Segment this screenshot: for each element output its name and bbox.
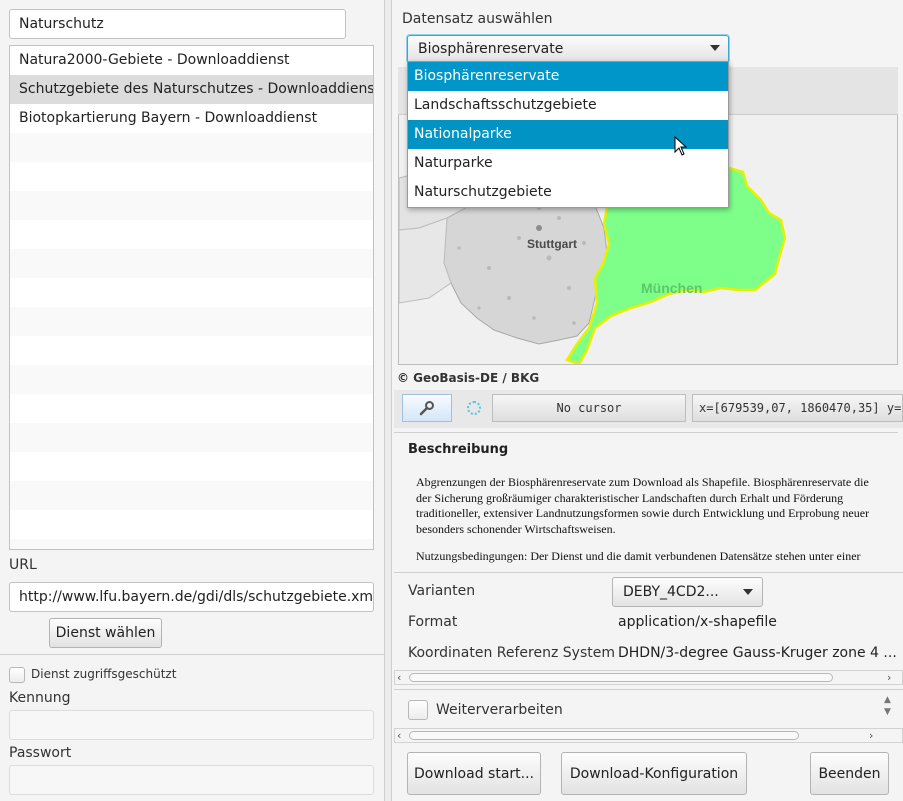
list-item-empty — [10, 481, 373, 510]
password-label: Passwort — [9, 745, 72, 761]
scroll-left-icon[interactable]: ‹ — [397, 729, 401, 742]
wrench-icon — [419, 401, 434, 416]
username-field[interactable] — [9, 710, 374, 740]
list-item-label: Schutzgebiete des Naturschutzes - Downlo… — [19, 81, 374, 97]
scrollbar-thumb[interactable] — [409, 673, 833, 682]
download-start-button[interactable]: Download start... — [407, 752, 541, 795]
list-item[interactable]: Schutzgebiete des Naturschutzes - Downlo… — [10, 75, 373, 104]
map-label-stuttgart: Stuttgart — [527, 237, 577, 251]
list-item-empty — [10, 191, 373, 220]
divider — [0, 654, 384, 655]
left-panel: Naturschutz Natura2000-Gebiete - Downloa… — [0, 0, 384, 801]
wrench-tool-button[interactable] — [402, 394, 452, 422]
processing-label: Weiterverarbeiten — [436, 702, 563, 718]
password-field[interactable] — [9, 765, 374, 795]
choose-service-button[interactable]: Dienst wählen — [49, 618, 162, 648]
choose-service-button-label: Dienst wählen — [55, 625, 156, 641]
download-config-button[interactable]: Download-Konfiguration — [561, 752, 747, 795]
list-item-label: Biotopkartierung Bayern - Downloaddienst — [19, 110, 318, 126]
scroll-right-icon[interactable]: › — [869, 729, 873, 742]
list-item-empty — [10, 307, 373, 336]
list-item[interactable]: Natura2000-Gebiete - Downloaddienst — [10, 46, 373, 75]
search-input[interactable]: Naturschutz — [9, 9, 346, 39]
description-body: Abgrenzungen der Biosphärenreservate zum… — [416, 475, 869, 565]
exit-button-label: Beenden — [818, 765, 881, 782]
dropdown-option-label: Nationalparke — [414, 126, 512, 142]
dropdown-option[interactable]: Naturschutzgebiete — [408, 178, 728, 207]
crs-label: Koordinaten Referenz System — [408, 645, 615, 661]
map-label-muenchen: München — [641, 280, 702, 296]
scroll-left-icon[interactable]: ‹ — [397, 671, 401, 684]
details-scrollbar[interactable]: ‹ › — [394, 670, 903, 685]
dataset-combobox[interactable]: Biosphärenreservate — [407, 35, 729, 63]
processing-checkbox[interactable] — [408, 700, 428, 720]
list-item-empty — [10, 510, 373, 539]
list-item-empty — [10, 539, 373, 549]
list-item-empty — [10, 365, 373, 394]
description-title: Beschreibung — [408, 442, 509, 457]
description-line: traditioneller, extensiver Landnutzungsf… — [416, 506, 870, 520]
chevron-down-icon — [743, 589, 753, 595]
list-item-empty — [10, 133, 373, 162]
divider — [394, 572, 903, 573]
url-field-value: http://www.lfu.bayern.de/gdi/dls/schutzg… — [19, 589, 374, 605]
coordinate-readout-text: x=[679539,07, 1860470,35] y=[ — [699, 401, 903, 415]
dropdown-option-label: Naturschutzgebiete — [414, 184, 552, 200]
download-start-button-label: Download start... — [414, 765, 534, 782]
description-terms: Nutzungsbedingungen: Der Dienst und die … — [416, 549, 861, 563]
scroll-right-icon[interactable]: › — [887, 671, 891, 684]
list-item-empty — [10, 423, 373, 452]
dataset-label: Datensatz auswählen — [402, 11, 553, 27]
dataset-dropdown-popup[interactable]: Biosphärenreservate Landschaftsschutzgeb… — [407, 61, 729, 208]
description-line: besonders schonender Wirtschaftsweisen. — [416, 521, 616, 536]
variants-combobox[interactable]: DEBY_4CD2... — [612, 577, 763, 607]
scroll-up-icon[interactable]: ▲ — [884, 694, 891, 706]
crs-value: DHDN/3-degree Gauss-Kruger zone 4 ... — [618, 645, 897, 661]
cursor-status-text: No cursor — [556, 401, 622, 415]
loading-spinner-icon — [467, 401, 481, 415]
dropdown-option[interactable]: Biosphärenreservate — [408, 62, 728, 91]
list-item-empty — [10, 336, 373, 365]
mouse-pointer-icon — [674, 136, 688, 156]
processing-scrollbar[interactable]: ‹ › — [394, 728, 903, 743]
scrollbar-thumb[interactable] — [409, 731, 799, 740]
list-item-empty — [10, 394, 373, 423]
split-pane-divider[interactable] — [384, 0, 392, 801]
dropdown-option-label: Biosphärenreservate — [414, 68, 560, 84]
processing-scroll-arrows[interactable]: ▲ ▼ — [884, 694, 891, 718]
scroll-down-icon[interactable]: ▼ — [884, 706, 891, 718]
variants-label: Varianten — [408, 583, 476, 599]
variants-combobox-value: DEBY_4CD2... — [623, 584, 719, 600]
chevron-down-icon — [710, 45, 720, 51]
format-label: Format — [408, 614, 458, 630]
protected-label: Dienst zugriffsgeschützt — [31, 667, 177, 681]
protected-checkbox[interactable] — [9, 667, 25, 683]
description-panel: Beschreibung Abgrenzungen der Biosphären… — [394, 432, 898, 572]
username-label: Kennung — [9, 690, 71, 706]
service-list[interactable]: Natura2000-Gebiete - Downloaddienst Schu… — [9, 45, 374, 550]
list-item-empty — [10, 220, 373, 249]
url-field[interactable]: http://www.lfu.bayern.de/gdi/dls/schutzg… — [9, 582, 374, 612]
dropdown-option-label: Naturparke — [414, 155, 493, 171]
map-copyright: © GeoBasis-DE / BKG — [397, 371, 540, 385]
divider — [394, 689, 903, 690]
exit-button[interactable]: Beenden — [810, 752, 889, 795]
list-item-empty — [10, 162, 373, 191]
dataset-combobox-value: Biosphärenreservate — [418, 41, 564, 57]
url-label: URL — [9, 557, 37, 573]
format-value: application/x-shapefile — [618, 614, 777, 630]
dropdown-option-label: Landschaftsschutzgebiete — [414, 97, 597, 113]
coordinate-readout: x=[679539,07, 1860470,35] y=[ — [692, 394, 903, 422]
description-line: Abgrenzungen der Biosphärenreservate zum… — [416, 475, 869, 489]
list-item-empty — [10, 249, 373, 278]
search-input-value: Naturschutz — [19, 16, 104, 32]
download-config-button-label: Download-Konfiguration — [569, 765, 739, 782]
list-item-empty — [10, 452, 373, 481]
list-item-empty — [10, 278, 373, 307]
dropdown-option[interactable]: Landschaftsschutzgebiete — [408, 91, 728, 120]
description-line: der Sicherung großräumiger charakteristi… — [416, 490, 844, 505]
list-item-label: Natura2000-Gebiete - Downloaddienst — [19, 52, 290, 68]
cursor-status: No cursor — [492, 394, 686, 422]
list-item[interactable]: Biotopkartierung Bayern - Downloaddienst — [10, 104, 373, 133]
